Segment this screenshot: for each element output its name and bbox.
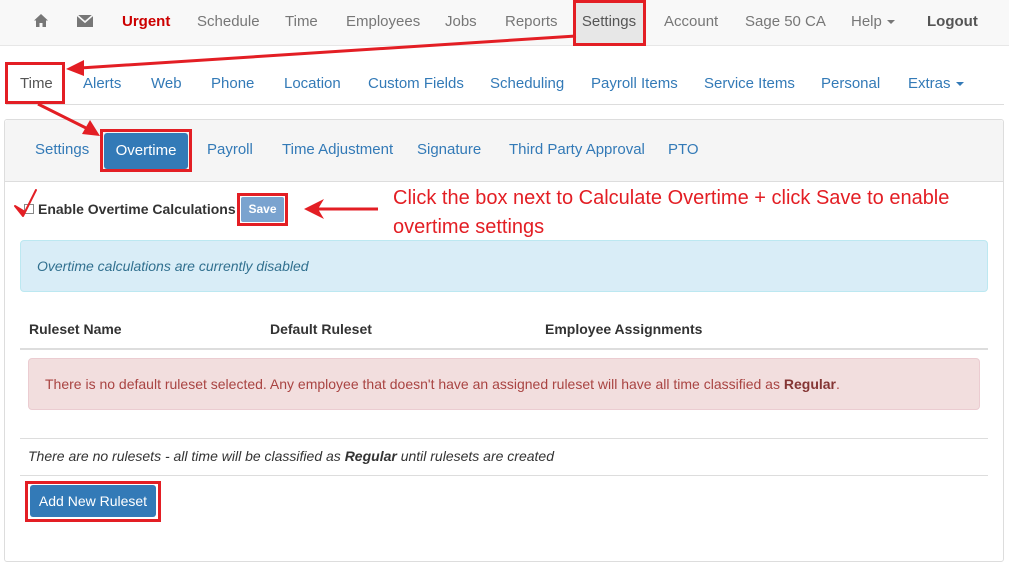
tab-third-party-approval[interactable]: Third Party Approval bbox=[509, 130, 645, 170]
nav-time[interactable]: Time bbox=[285, 0, 318, 46]
top-navbar: Urgent Schedule Time Employees Jobs Repo… bbox=[0, 0, 1009, 46]
tab-pto[interactable]: PTO bbox=[668, 130, 699, 170]
danger-suffix: . bbox=[836, 376, 840, 392]
norules-text: There are no rulesets - all time will be… bbox=[28, 448, 345, 464]
nav-jobs[interactable]: Jobs bbox=[445, 0, 477, 46]
tab-settings[interactable]: Settings bbox=[35, 130, 89, 170]
highlight-overtime-tab bbox=[100, 129, 192, 172]
table-header-divider bbox=[20, 348, 988, 350]
nav-reports[interactable]: Reports bbox=[505, 0, 558, 46]
norules-suffix: until rulesets are created bbox=[396, 448, 555, 464]
norules-regular: Regular bbox=[344, 448, 397, 464]
no-rulesets-message: There are no rulesets - all time will be… bbox=[28, 448, 554, 464]
danger-text: There is no default ruleset selected. An… bbox=[45, 376, 784, 392]
highlight-add-ruleset bbox=[25, 481, 161, 522]
highlight-time-tab bbox=[5, 62, 65, 104]
home-icon[interactable] bbox=[33, 0, 49, 46]
row-divider bbox=[20, 438, 988, 439]
row-divider bbox=[20, 475, 988, 476]
chevron-down-icon bbox=[886, 20, 895, 25]
nav-help-label: Help bbox=[851, 13, 882, 30]
nav-sage[interactable]: Sage 50 CA bbox=[745, 0, 826, 46]
tab-time-adjustment[interactable]: Time Adjustment bbox=[282, 130, 393, 170]
tab-service-items[interactable]: Service Items bbox=[704, 62, 795, 106]
header-default-ruleset: Default Ruleset bbox=[270, 321, 372, 337]
tab-signature[interactable]: Signature bbox=[417, 130, 481, 170]
tab-payroll[interactable]: Payroll bbox=[207, 130, 253, 170]
instruction-callout: Click the box next to Calculate Overtime… bbox=[393, 187, 950, 238]
enable-overtime-checkbox[interactable] bbox=[24, 204, 34, 214]
overtime-disabled-alert: Overtime calculations are currently disa… bbox=[20, 240, 988, 292]
tab-extras-label: Extras bbox=[908, 75, 951, 92]
nav-employees[interactable]: Employees bbox=[346, 0, 420, 46]
tab-custom-fields[interactable]: Custom Fields bbox=[368, 62, 464, 106]
tab-web[interactable]: Web bbox=[151, 62, 182, 106]
header-employee-assignments: Employee Assignments bbox=[545, 321, 703, 337]
nav-schedule[interactable]: Schedule bbox=[197, 0, 260, 46]
tab-alerts[interactable]: Alerts bbox=[83, 62, 121, 106]
nav-account[interactable]: Account bbox=[664, 0, 718, 46]
tab-location[interactable]: Location bbox=[284, 62, 341, 106]
tab-personal[interactable]: Personal bbox=[821, 62, 880, 106]
highlight-save-button bbox=[237, 193, 288, 226]
danger-regular: Regular bbox=[783, 376, 836, 392]
nav-urgent[interactable]: Urgent bbox=[122, 0, 170, 46]
subnav-divider bbox=[6, 104, 1004, 105]
enable-overtime-label: Enable Overtime Calculations bbox=[38, 201, 236, 217]
header-ruleset-name: Ruleset Name bbox=[29, 321, 122, 337]
highlight-settings bbox=[573, 0, 646, 46]
tab-extras[interactable]: Extras bbox=[908, 62, 964, 106]
tab-scheduling[interactable]: Scheduling bbox=[490, 62, 564, 106]
no-default-ruleset-alert: There is no default ruleset selected. An… bbox=[28, 358, 980, 410]
chevron-down-icon bbox=[955, 82, 964, 87]
nav-help[interactable]: Help bbox=[851, 0, 895, 46]
tab-payroll-items[interactable]: Payroll Items bbox=[591, 62, 678, 106]
nav-logout[interactable]: Logout bbox=[927, 0, 978, 46]
envelope-icon[interactable] bbox=[76, 0, 94, 46]
tab-phone[interactable]: Phone bbox=[211, 62, 254, 106]
